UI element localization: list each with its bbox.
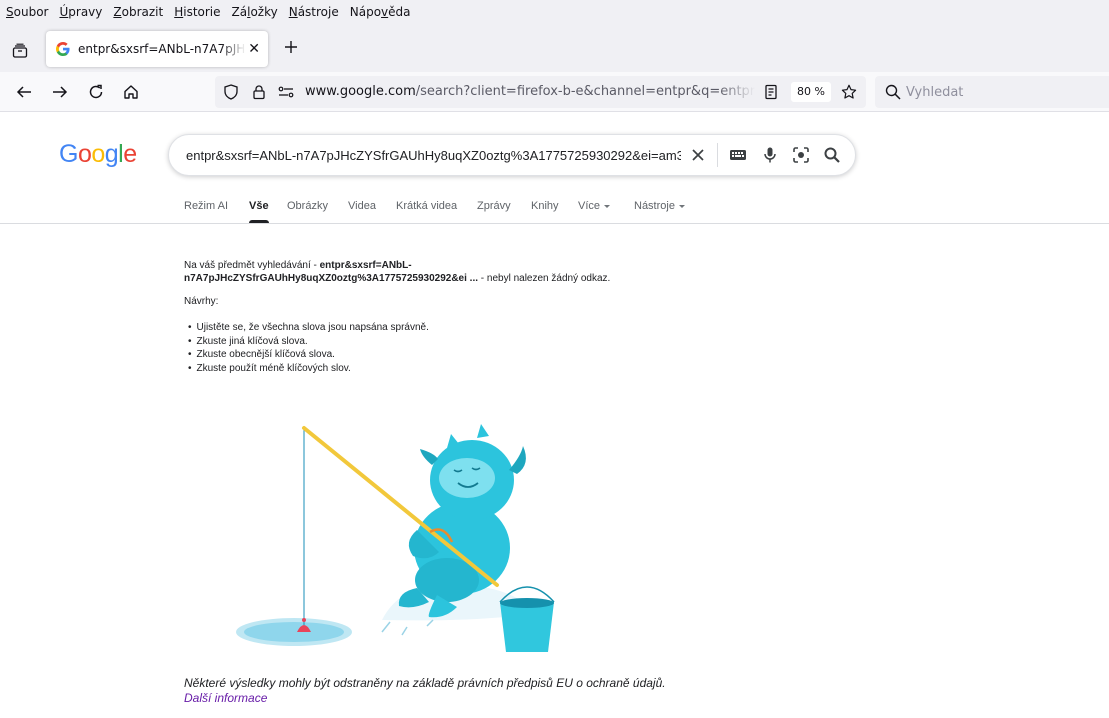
shield-icon[interactable] — [223, 84, 239, 100]
more-info-link[interactable]: Další informace — [184, 691, 267, 705]
home-icon[interactable] — [121, 82, 141, 102]
menu-item-3[interactable]: Historie — [174, 5, 220, 19]
search-query-input[interactable]: entpr&sxsrf=ANbL-n7A7pJHcZYSfrGAUhHy8uqX… — [186, 148, 681, 163]
search-term-cont: n7A7pJHcZYSfrGAUhHy8uqXZ0oztg%3A17757259… — [184, 273, 479, 284]
suggestions-heading: Návrhy: — [184, 296, 219, 307]
tab-obrázky[interactable]: Obrázky — [287, 200, 328, 212]
suggestions-list: Ujistěte se, že všechna slova jsou napsá… — [188, 321, 429, 375]
browser-search-bar[interactable]: Vyhledat — [875, 76, 1109, 108]
logo-letter: g — [104, 140, 119, 168]
tab-videa[interactable]: Videa — [348, 200, 376, 212]
tab-nástroje[interactable]: Nástroje — [634, 200, 685, 212]
list-item: Zkuste jiná klíčová slova. — [188, 335, 429, 349]
clear-icon[interactable] — [689, 146, 707, 164]
forward-icon[interactable] — [50, 82, 70, 102]
zoom-level-button[interactable]: 80 % — [791, 82, 831, 102]
tab-title: entpr&sxsrf=ANbL-n7A7pJHcZYSfrGAUhHy8uqX… — [78, 42, 246, 56]
menu-item-1[interactable]: Úpravy — [59, 5, 102, 19]
tab-vše[interactable]: Vše — [249, 200, 269, 223]
list-item: Zkuste použít méně klíčových slov. — [188, 362, 429, 376]
google-logo[interactable]: Google — [59, 140, 137, 169]
permissions-icon[interactable] — [278, 84, 294, 100]
browser-tab[interactable]: entpr&sxsrf=ANbL-n7A7pJHcZYSfrGAUhHy8uqX… — [46, 31, 268, 67]
search-placeholder: Vyhledat — [906, 85, 964, 100]
logo-letter: e — [123, 140, 137, 168]
menu-item-4[interactable]: Záložky — [232, 5, 278, 19]
fishing-monster-illustration — [236, 424, 555, 652]
bookmark-star-icon[interactable] — [841, 84, 857, 100]
address-bar[interactable]: www.google.com/search?client=firefox-b-e… — [215, 76, 866, 108]
google-search-box[interactable]: entpr&sxsrf=ANbL-n7A7pJHcZYSfrGAUhHy8uqX… — [168, 134, 856, 176]
menu-item-5[interactable]: Nástroje — [289, 5, 339, 19]
logo-letter: G — [59, 140, 78, 168]
list-all-tabs-icon[interactable] — [10, 41, 30, 61]
reload-icon[interactable] — [86, 82, 106, 102]
back-icon[interactable] — [14, 82, 34, 102]
tab-zprávy[interactable]: Zprávy — [477, 200, 511, 212]
menu-bar: Soubor Úpravy Zobrazit Historie Záložky Nástr… — [0, 0, 1109, 24]
menu-item-0[interactable]: Soubor — [6, 5, 48, 19]
menu-item-2[interactable]: Zobrazit — [113, 5, 163, 19]
tab-režim-ai[interactable]: Režim AI — [184, 200, 228, 212]
google-favicon-icon — [56, 42, 70, 56]
header-divider — [0, 223, 1109, 224]
search-term: entpr&sxsrf=ANbL- — [319, 260, 412, 271]
tab-více[interactable]: Více — [578, 200, 611, 212]
no-results-message: Na váš předmět vyhledávání - entpr&sxsrf… — [184, 260, 611, 284]
search-icon — [885, 84, 901, 100]
new-tab-icon[interactable] — [282, 38, 300, 56]
search-divider — [717, 143, 718, 167]
microphone-icon[interactable] — [761, 146, 779, 164]
menu-item-6[interactable]: Nápověda — [350, 5, 411, 19]
keyboard-icon[interactable] — [729, 146, 747, 164]
lock-icon[interactable] — [251, 84, 267, 100]
eu-notice: Některé výsledky mohly být odstraněny na… — [184, 676, 666, 690]
caret-down-icon — [678, 204, 685, 208]
tab-krátká-videa[interactable]: Krátká videa — [396, 200, 457, 212]
list-item: Zkuste obecnější klíčová slova. — [188, 348, 429, 362]
google-lens-icon[interactable] — [792, 146, 810, 164]
list-item: Ujistěte se, že všechna slova jsou napsá… — [188, 321, 429, 335]
caret-down-icon — [604, 204, 611, 208]
logo-letter: o — [77, 140, 92, 168]
logo-letter: o — [91, 140, 105, 168]
search-submit-icon[interactable] — [823, 146, 841, 164]
tab-knihy[interactable]: Knihy — [531, 200, 559, 212]
tab-bar: entpr&sxsrf=ANbL-n7A7pJHcZYSfrGAUhHy8uqX… — [0, 24, 1109, 72]
url-text[interactable]: www.google.com/search?client=firefox-b-e… — [305, 84, 755, 99]
close-tab-icon[interactable]: ✕ — [248, 41, 260, 55]
reader-view-icon[interactable] — [763, 84, 779, 100]
navigation-bar: www.google.com/search?client=firefox-b-e… — [0, 72, 1109, 112]
